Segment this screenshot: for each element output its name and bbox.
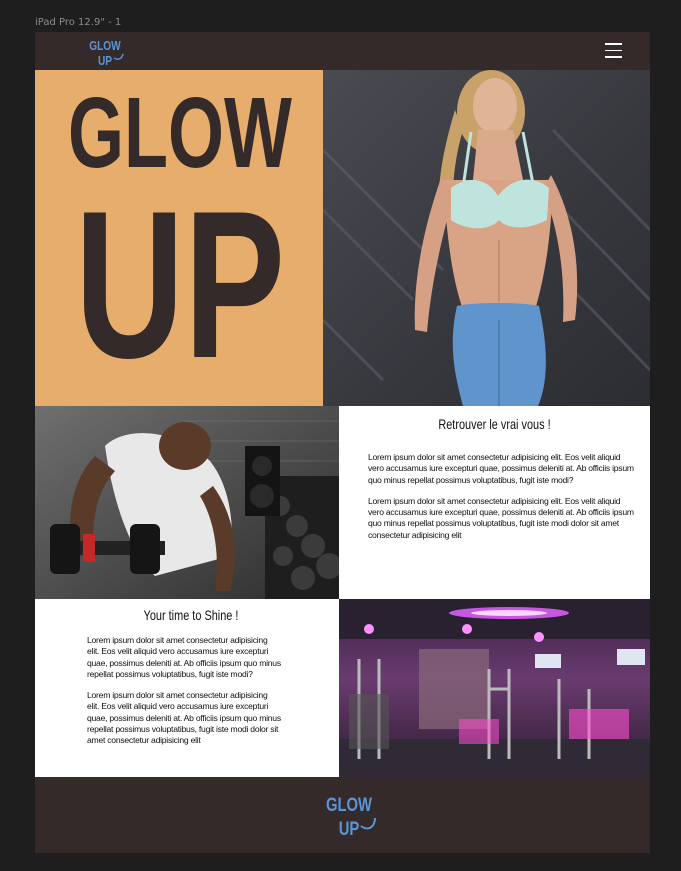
hero-brand-panel: GLOW UP — [35, 70, 323, 406]
section-paragraph: Lorem ipsum dolor sit amet consectetur a… — [368, 495, 634, 540]
artboard-label: iPad Pro 12.9" - 1 — [35, 17, 122, 28]
hero-brand-wordmark: GLOW UP — [68, 77, 293, 401]
photo-man-dumbbell — [35, 406, 339, 599]
section-shine: Your time to Shine ! Lorem ipsum dolor s… — [35, 599, 339, 777]
hamburger-menu-icon[interactable] — [605, 43, 622, 59]
section-title: Retrouver le vrai vous ! — [438, 416, 551, 432]
glow-up-logo-footer[interactable]: GLOW UP — [323, 790, 379, 840]
footer-logo-line-1: GLOW — [326, 794, 373, 815]
section-paragraph: Lorem ipsum dolor sit amet consectetur a… — [87, 690, 281, 746]
photo-gym-interior — [339, 599, 650, 777]
site-footer: GLOW UP — [35, 777, 650, 853]
section-paragraph: Lorem ipsum dolor sit amet consectetur a… — [368, 452, 634, 485]
logo-line-2: UP — [98, 54, 112, 68]
hero-title-line-2: UP — [75, 166, 285, 401]
logo-swoosh-icon — [360, 817, 376, 830]
hero-photo-woman — [323, 70, 650, 406]
glow-up-logo[interactable]: GLOW UP — [85, 36, 129, 68]
footer-logo-line-2: UP — [339, 818, 360, 839]
section-title: Your time to Shine ! — [143, 607, 239, 623]
section-retrouver: Retrouver le vrai vous ! Lorem ipsum dol… — [339, 406, 650, 599]
hero-banner: GLOW UP — [35, 70, 650, 425]
logo-line-1: GLOW — [89, 39, 121, 53]
site-header: GLOW UP — [35, 32, 650, 70]
ipad-artboard: GLOW UP GLOW UP Retrouver le vrai vous !… — [35, 32, 650, 853]
section-paragraph: Lorem ipsum dolor sit amet consectetur a… — [87, 635, 281, 679]
logo-swoosh-icon — [113, 53, 124, 60]
